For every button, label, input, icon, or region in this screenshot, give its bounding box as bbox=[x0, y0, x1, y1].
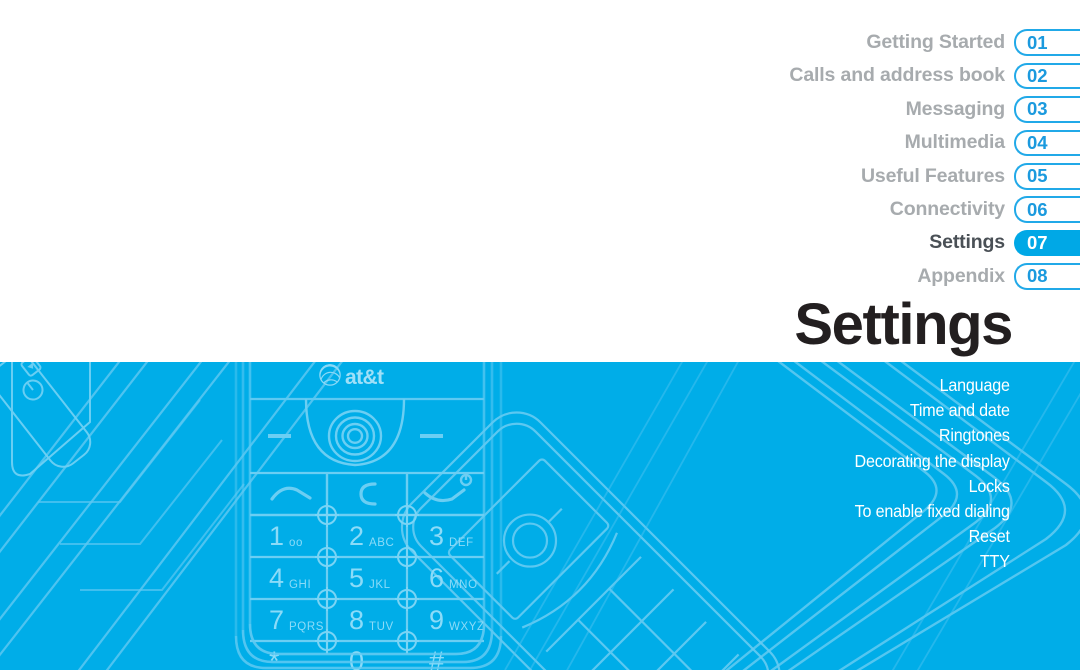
chapter-number-badge[interactable]: 08 bbox=[1014, 263, 1080, 290]
svg-text:at&t: at&t bbox=[345, 366, 384, 389]
chapter-number-badge[interactable]: 06 bbox=[1014, 196, 1080, 223]
chapter-index-item-03[interactable]: Messaging 03 bbox=[520, 93, 1080, 126]
chapter-index-item-01[interactable]: Getting Started 01 bbox=[520, 26, 1080, 59]
page-title: Settings bbox=[794, 292, 1013, 357]
chapter-number-badge[interactable]: 01 bbox=[1014, 29, 1080, 56]
keypad-letters: WXYZ bbox=[449, 621, 485, 633]
keypad-letters: ABC bbox=[369, 537, 394, 549]
chapter-label: Messaging bbox=[905, 97, 1006, 120]
chapter-index-item-04[interactable]: Multimedia 04 bbox=[520, 126, 1080, 159]
chapter-label: Connectivity bbox=[889, 197, 1005, 220]
chapter-number-badge[interactable]: 04 bbox=[1014, 129, 1080, 157]
keypad-letters: MNO bbox=[449, 579, 478, 591]
topic-item[interactable]: Ringtones bbox=[855, 423, 1010, 448]
keypad-digit: 1 bbox=[269, 521, 284, 551]
manual-page: Getting Started 01 Calls and address book 0… bbox=[0, 0, 1080, 670]
topic-item[interactable]: TTY bbox=[855, 549, 1010, 574]
topic-item[interactable]: Decorating the display bbox=[855, 449, 1010, 474]
chapter-label: Appendix bbox=[917, 264, 1005, 287]
topic-item[interactable]: Locks bbox=[855, 474, 1010, 499]
chapter-index-item-05[interactable]: Useful Features 05 bbox=[520, 160, 1080, 193]
chapter-label: Multimedia bbox=[904, 131, 1005, 154]
keypad-digit: 9 bbox=[429, 605, 444, 635]
chapter-label: Settings bbox=[929, 231, 1005, 254]
chapter-index-item-06[interactable]: Connectivity 06 bbox=[520, 193, 1080, 226]
chapter-label: Calls and address book bbox=[789, 64, 1005, 87]
keypad-digit: 8 bbox=[349, 605, 364, 635]
keypad-letters: TUV bbox=[369, 621, 394, 633]
topic-item[interactable]: Time and date bbox=[855, 398, 1010, 423]
keypad-digit: 7 bbox=[269, 605, 284, 635]
keypad-digit: 2 bbox=[349, 521, 364, 551]
keypad-digit: 6 bbox=[429, 563, 444, 593]
chapter-index: Getting Started 01 Calls and address book 0… bbox=[520, 26, 1080, 293]
keypad-letters: JKL bbox=[369, 579, 391, 591]
keypad-letters: PQRS bbox=[289, 621, 324, 633]
chapter-index-item-08[interactable]: Appendix 08 bbox=[520, 260, 1080, 293]
keypad-digit: * bbox=[269, 646, 280, 670]
chapter-index-item-02[interactable]: Calls and address book 02 bbox=[520, 59, 1080, 92]
chapter-label: Getting Started bbox=[866, 30, 1005, 53]
keypad-letters: GHI bbox=[289, 579, 311, 591]
section-topic-list: Language Time and date Ringtones Decorating… bbox=[841, 373, 1010, 575]
chapter-number-badge[interactable]: 07 bbox=[1014, 229, 1080, 257]
chapter-index-item-07[interactable]: Settings 07 bbox=[520, 226, 1080, 259]
chapter-label: Useful Features bbox=[860, 164, 1005, 187]
keypad-digit: # bbox=[429, 646, 444, 670]
keypad-letters: oo bbox=[289, 537, 303, 549]
keypad-digit: 3 bbox=[429, 521, 444, 551]
chapter-number-badge[interactable]: 05 bbox=[1014, 163, 1080, 190]
chapter-number-badge[interactable]: 02 bbox=[1014, 62, 1080, 90]
keypad-digit: 4 bbox=[269, 563, 284, 593]
keypad-letters: DEF bbox=[449, 537, 474, 549]
chapter-number-badge[interactable]: 03 bbox=[1014, 96, 1080, 123]
keypad-digit: 5 bbox=[349, 563, 364, 593]
topic-item[interactable]: Language bbox=[855, 373, 1010, 398]
topic-item[interactable]: Reset bbox=[855, 524, 1010, 549]
keypad-digit: 0 bbox=[349, 646, 364, 670]
topic-item[interactable]: To enable fixed dialing bbox=[855, 499, 1010, 524]
